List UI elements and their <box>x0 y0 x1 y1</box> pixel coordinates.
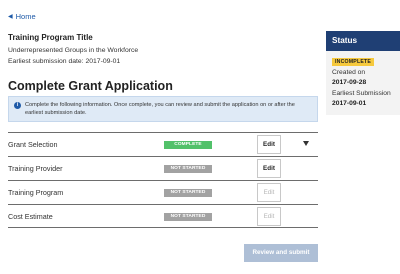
task-row-grant-selection: Grant Selection COMPLETE Edit <box>8 132 318 156</box>
task-name: Training Provider <box>8 164 63 173</box>
status-badge: NOT STARTED <box>164 189 212 197</box>
earliest-submission-value: 2017-09-01 <box>332 100 367 107</box>
program-title: Training Program Title <box>8 33 93 42</box>
task-row-training-program: Training Program NOT STARTED Edit <box>8 180 318 204</box>
review-and-submit-button[interactable]: Review and submit <box>244 244 318 262</box>
edit-button[interactable]: Edit <box>257 135 281 154</box>
home-link[interactable]: ◀ Home <box>8 12 36 21</box>
task-row-cost-estimate: Cost Estimate NOT STARTED Edit <box>8 204 318 228</box>
status-badge: NOT STARTED <box>164 213 212 221</box>
edit-button[interactable]: Edit <box>257 159 281 178</box>
earliest-submission-label: Earliest Submission <box>332 90 391 97</box>
info-text: Complete the following information. Once… <box>25 102 295 117</box>
created-on-label: Created on <box>332 69 366 76</box>
created-on-value: 2017-09-28 <box>332 79 367 86</box>
earliest-submission-date: Earliest submission date: 2017-09-01 <box>8 58 121 65</box>
info-box: i Complete the following information. On… <box>8 96 318 122</box>
page-title: Complete Grant Application <box>8 79 173 93</box>
chevron-down-icon[interactable] <box>303 141 309 146</box>
status-badge: NOT STARTED <box>164 165 212 173</box>
status-panel: Status INCOMPLETE Created on 2017-09-28 … <box>326 31 400 115</box>
home-link-label: Home <box>15 12 36 21</box>
edit-button-disabled: Edit <box>257 183 281 202</box>
task-name: Cost Estimate <box>8 212 53 221</box>
task-table: Grant Selection COMPLETE Edit Training P… <box>8 132 318 228</box>
task-name: Training Program <box>8 188 64 197</box>
program-subtitle: Underrepresented Groups in the Workforce <box>8 47 139 54</box>
task-name: Grant Selection <box>8 140 58 149</box>
edit-button-disabled: Edit <box>257 207 281 226</box>
incomplete-badge: INCOMPLETE <box>332 58 375 66</box>
info-icon: i <box>14 102 21 109</box>
status-panel-title: Status <box>326 31 400 51</box>
status-badge: COMPLETE <box>164 141 212 149</box>
task-row-training-provider: Training Provider NOT STARTED Edit <box>8 156 318 180</box>
caret-left-icon: ◀ <box>8 14 13 20</box>
